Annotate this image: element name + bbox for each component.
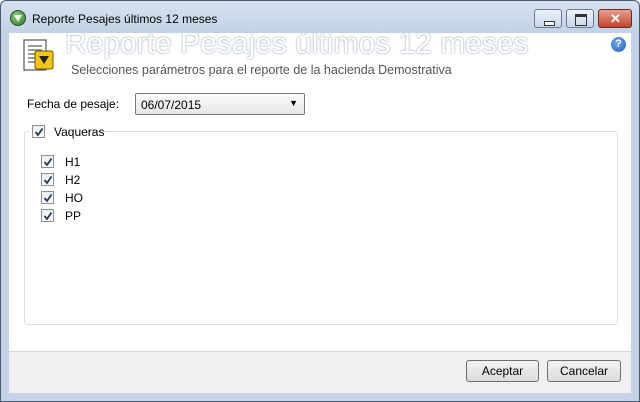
vaqueras-group-header: Vaqueras bbox=[29, 124, 104, 140]
vaqueras-checkbox[interactable] bbox=[32, 125, 45, 138]
checkbox-pp[interactable] bbox=[41, 209, 54, 222]
checkbox-h2[interactable] bbox=[41, 173, 54, 186]
report-icon bbox=[23, 39, 54, 71]
title-bar[interactable]: Reporte Pesajes últimos 12 meses bbox=[1, 1, 639, 33]
date-label: Fecha de pesaje: bbox=[27, 97, 120, 111]
dialog-body: Reporte Pesajes últimos 12 meses Selecci… bbox=[9, 33, 631, 393]
window-title: Reporte Pesajes últimos 12 meses bbox=[32, 12, 218, 26]
vaqueras-label: Vaqueras bbox=[54, 125, 105, 139]
list-item-label: HO bbox=[65, 191, 83, 205]
app-icon bbox=[10, 10, 26, 26]
chevron-down-icon[interactable]: ▼ bbox=[289, 98, 298, 108]
vaqueras-group bbox=[24, 131, 618, 325]
list-item-label: PP bbox=[65, 209, 82, 223]
header-title: Reporte Pesajes últimos 12 meses bbox=[65, 33, 529, 60]
dialog-window: Reporte Pesajes últimos 12 meses Reporte… bbox=[0, 0, 640, 402]
minimize-button[interactable] bbox=[534, 9, 562, 28]
checkbox-h1[interactable] bbox=[41, 155, 54, 168]
cancel-button[interactable]: Cancelar bbox=[547, 360, 621, 382]
list-item-label: H2 bbox=[65, 173, 81, 187]
dialog-footer: Aceptar Cancelar bbox=[9, 352, 631, 393]
accept-button[interactable]: Aceptar bbox=[466, 360, 539, 382]
date-picker[interactable]: 06/07/2015 ▼ bbox=[135, 93, 305, 115]
close-button[interactable] bbox=[598, 9, 632, 28]
date-value: 06/07/2015 bbox=[141, 98, 202, 112]
header-subtitle: Selecciones parámetros para el reporte d… bbox=[71, 63, 452, 77]
list-item-label: H1 bbox=[65, 155, 81, 169]
dialog-header: Reporte Pesajes últimos 12 meses Selecci… bbox=[9, 33, 631, 79]
help-icon[interactable]: ? bbox=[611, 37, 626, 52]
maximize-button[interactable] bbox=[566, 9, 594, 28]
checkbox-ho[interactable] bbox=[41, 191, 54, 204]
